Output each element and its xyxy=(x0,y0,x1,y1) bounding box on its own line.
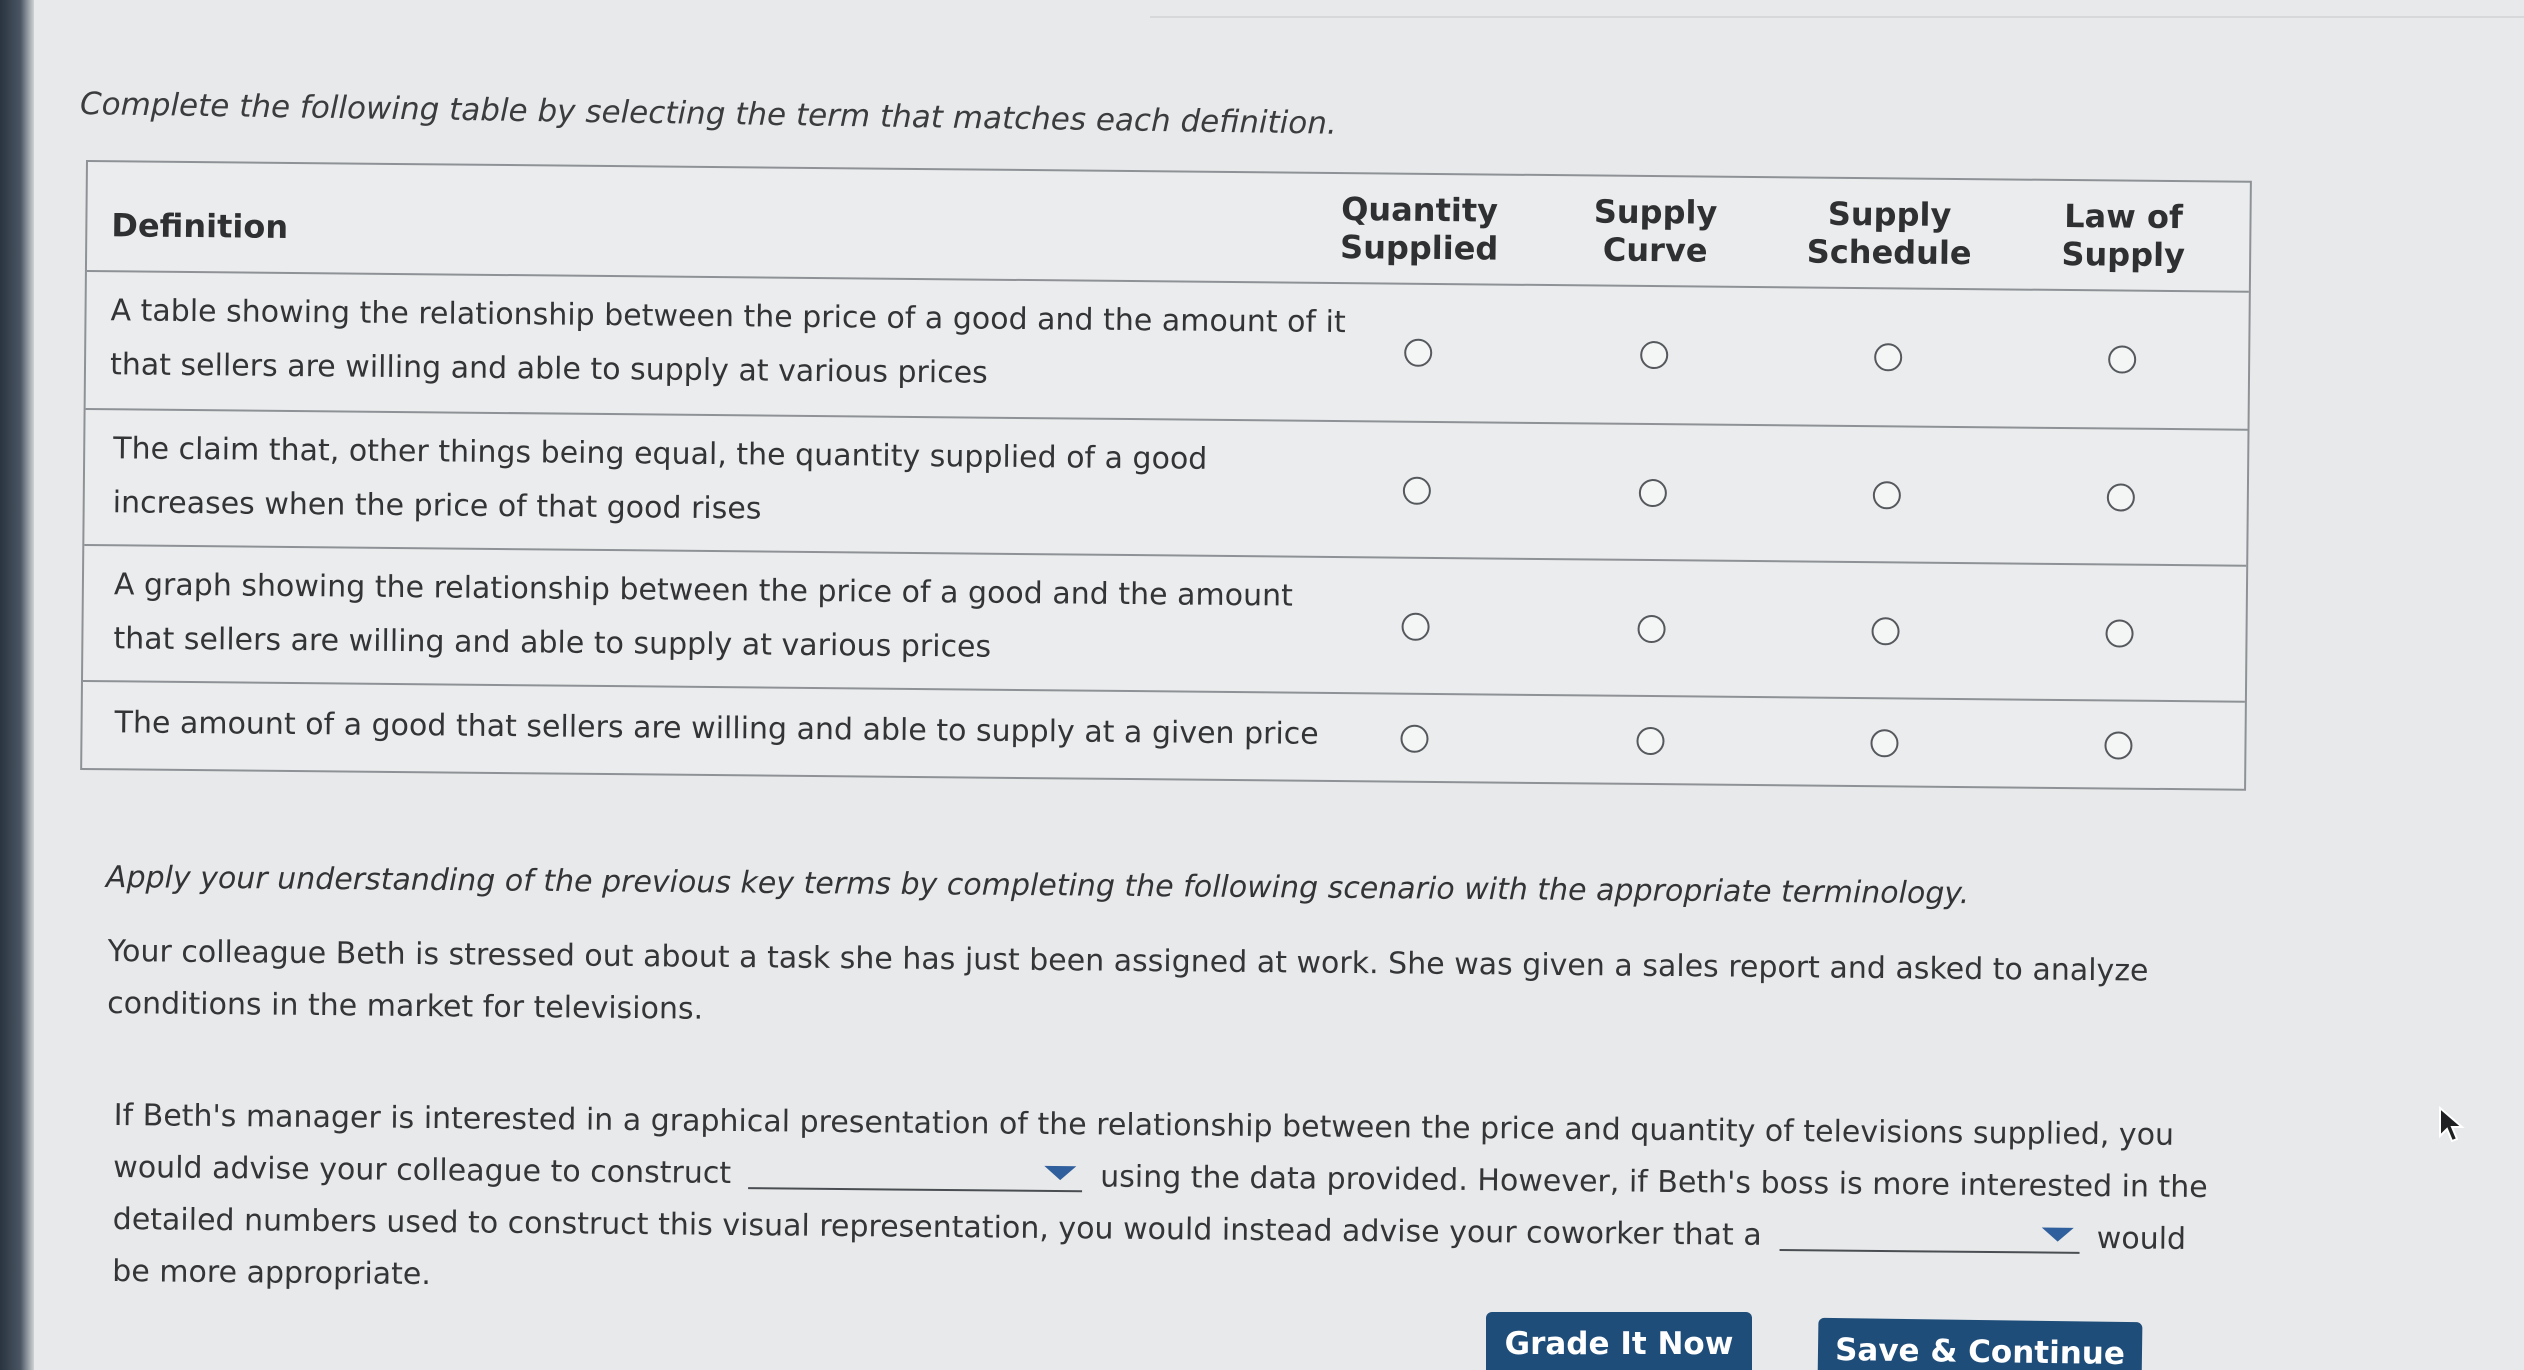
screen-edge xyxy=(0,0,34,1370)
column-header-line: Supplied xyxy=(1339,228,1499,268)
row-definition: The claim that, other things being equal… xyxy=(112,431,1208,527)
mouse-pointer-icon xyxy=(2439,1106,2465,1143)
grade-it-now-button[interactable]: Grade It Now xyxy=(1486,1312,1752,1370)
radio-supply-curve[interactable] xyxy=(1637,614,1666,644)
row-definition: A table showing the relationship between… xyxy=(109,293,1346,391)
radio-law-of-supply[interactable] xyxy=(2106,483,2135,512)
radio-quantity-supplied[interactable] xyxy=(1400,724,1429,753)
top-divider xyxy=(1150,16,2524,18)
radio-supply-curve[interactable] xyxy=(1636,726,1665,756)
definition-column-header: Definition xyxy=(111,206,289,246)
radio-supply-schedule[interactable] xyxy=(1872,481,1901,510)
dropdown-graph-term[interactable] xyxy=(748,1153,1083,1193)
caret-down-icon xyxy=(2041,1227,2074,1242)
radio-supply-curve[interactable] xyxy=(1638,478,1668,508)
radio-supply-curve[interactable] xyxy=(1640,340,1669,370)
radio-law-of-supply[interactable] xyxy=(2104,731,2133,760)
radio-quantity-supplied[interactable] xyxy=(1401,612,1430,641)
column-header-line: Quantity xyxy=(1341,190,1499,230)
save-and-continue-button[interactable]: Save & Continue xyxy=(1817,1317,2143,1370)
scenario-question: If Beth's manager is interested in a gra… xyxy=(112,1090,2214,1318)
radio-supply-schedule[interactable] xyxy=(1870,729,1899,758)
row-definition: A graph showing the relationship between… xyxy=(113,567,1293,665)
table-row: The claim that, other things being equal… xyxy=(84,410,2248,567)
radio-quantity-supplied[interactable] xyxy=(1404,338,1433,367)
table-row: A table showing the relationship between… xyxy=(85,270,2249,431)
instructions: Complete the following table by selectin… xyxy=(79,86,1338,142)
column-header-law-of-supply: Law of Supply xyxy=(2023,197,2224,275)
definitions-table: Definition Quantity Supplied Supply Curv… xyxy=(80,160,2252,791)
radio-law-of-supply[interactable] xyxy=(2105,619,2134,648)
apply-instructions: Apply your understanding of the previous… xyxy=(105,860,1970,912)
dropdown-table-term[interactable] xyxy=(1779,1214,2080,1254)
radio-quantity-supplied[interactable] xyxy=(1402,476,1432,505)
column-header-supply-schedule: Supply Schedule xyxy=(1789,194,1990,272)
radio-supply-schedule[interactable] xyxy=(1874,343,1903,372)
scenario-paragraph: Your colleague Beth is stressed out abou… xyxy=(107,933,2149,1027)
column-header-line: Law of xyxy=(2064,196,2184,237)
column-header-line: Supply xyxy=(1827,194,1952,234)
column-header-line: Supply xyxy=(2061,234,2186,275)
table-row: A graph showing the relationship between… xyxy=(82,546,2247,703)
caret-down-icon xyxy=(1044,1165,1077,1181)
column-header-line: Schedule xyxy=(1806,232,1972,273)
column-header-line: Supply xyxy=(1593,192,1718,232)
column-header-line: Curve xyxy=(1602,230,1708,270)
column-header-quantity-supplied: Quantity Supplied xyxy=(1319,190,1520,268)
column-header-supply-curve: Supply Curve xyxy=(1555,192,1756,270)
radio-supply-schedule[interactable] xyxy=(1871,617,1900,646)
row-definition: The amount of a good that sellers are wi… xyxy=(114,705,1319,752)
radio-law-of-supply[interactable] xyxy=(2108,345,2137,374)
